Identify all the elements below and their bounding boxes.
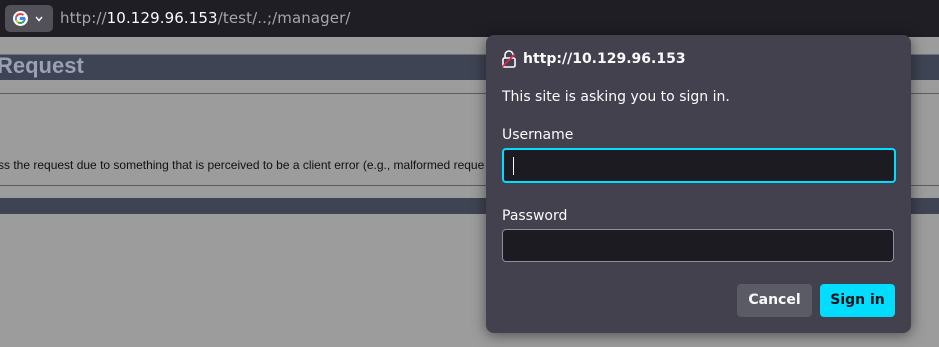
username-field[interactable]	[502, 148, 896, 183]
dialog-message: This site is asking you to sign in.	[502, 89, 730, 105]
chevron-down-icon	[35, 16, 43, 22]
cancel-button[interactable]: Cancel	[737, 284, 812, 317]
password-field[interactable]	[502, 229, 894, 262]
search-engine-button[interactable]	[5, 5, 53, 32]
url-path: /test/..;/manager/	[217, 9, 351, 27]
dialog-origin: http://10.129.96.153	[523, 51, 686, 67]
error-description: ss the request due to something that is …	[0, 158, 485, 172]
unlocked-lock-icon	[502, 50, 516, 68]
url-host: 10.129.96.153	[106, 9, 218, 27]
google-icon	[13, 11, 28, 26]
password-label: Password	[502, 208, 568, 224]
sign-in-button[interactable]: Sign in	[820, 284, 895, 317]
text-caret	[513, 157, 514, 175]
username-label: Username	[502, 127, 574, 143]
sign-in-dialog: http://10.129.96.153 This site is asking…	[486, 35, 911, 333]
url-prefix: http://	[60, 9, 107, 27]
url-field[interactable]: http://10.129.96.153/test/..;/manager/	[60, 9, 351, 27]
page-title: Request	[0, 53, 84, 78]
address-bar: http://10.129.96.153/test/..;/manager/	[0, 0, 939, 37]
